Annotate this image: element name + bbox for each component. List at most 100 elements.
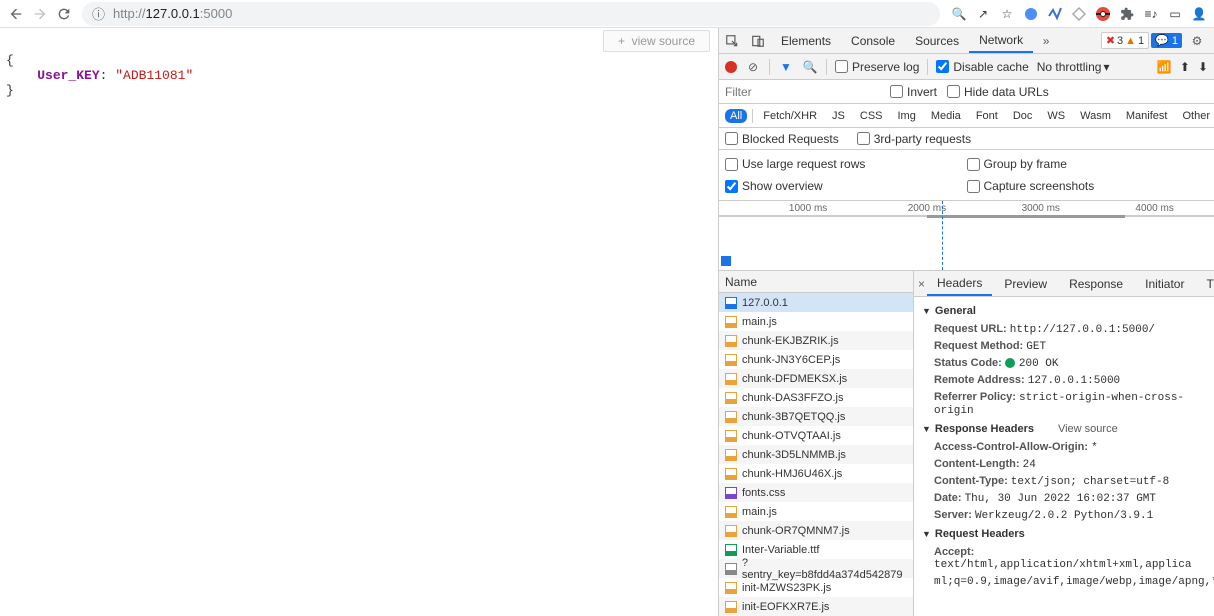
view-source-button[interactable]: + view source (603, 30, 710, 52)
inspect-element-icon[interactable] (719, 34, 745, 48)
type-css[interactable]: CSS (855, 109, 888, 123)
type-wasm[interactable]: Wasm (1075, 109, 1116, 123)
zoom-icon[interactable]: 🔍 (948, 3, 970, 25)
extensions-menu-icon[interactable] (1116, 3, 1138, 25)
type-other[interactable]: Other (1177, 109, 1214, 123)
devices-icon[interactable]: ▭ (1164, 3, 1186, 25)
js-file-icon (725, 601, 737, 613)
extension-icon[interactable] (1020, 3, 1042, 25)
js-file-icon (725, 430, 737, 442)
tab-network[interactable]: Network (969, 28, 1033, 53)
request-row[interactable]: chunk-3D5LNMMB.js (719, 445, 913, 464)
messages-badge[interactable]: 💬1 (1151, 33, 1182, 48)
tab-sources[interactable]: Sources (905, 28, 969, 53)
json-value: "ADB11081" (115, 68, 193, 83)
playlist-icon[interactable]: ≡♪ (1140, 3, 1162, 25)
device-toolbar-icon[interactable] (745, 34, 771, 48)
status-dot-icon (1005, 358, 1015, 368)
font-file-icon (725, 544, 737, 556)
detail-tab-headers[interactable]: Headers (927, 271, 992, 296)
request-row[interactable]: 127.0.0.1 (719, 293, 913, 312)
browser-toolbar: ⓘ http://127.0.0.1:5000 🔍 ↗ ☆ ≡♪ ▭ 👤 (0, 0, 1214, 28)
json-key: User_KEY (37, 68, 99, 83)
section-request-headers[interactable]: ▼Request Headers (914, 524, 1214, 544)
forward-button[interactable] (28, 2, 52, 26)
request-row[interactable]: main.js (719, 502, 913, 521)
profile-icon[interactable]: 👤 (1188, 3, 1210, 25)
group-by-frame-checkbox[interactable]: Group by frame (967, 153, 1209, 175)
type-media[interactable]: Media (926, 109, 966, 123)
import-icon[interactable]: ⬆ (1180, 60, 1190, 74)
request-row[interactable]: chunk-OR7QMNM7.js (719, 521, 913, 540)
request-name: chunk-OTVQTAAI.js (742, 430, 841, 442)
type-all[interactable]: All (725, 109, 747, 123)
section-general[interactable]: ▼General (914, 301, 1214, 321)
type-doc[interactable]: Doc (1008, 109, 1038, 123)
type-fetch[interactable]: Fetch/XHR (758, 109, 822, 123)
request-row[interactable]: chunk-EKJBZRIK.js (719, 331, 913, 350)
more-tabs-icon[interactable]: » (1033, 34, 1059, 48)
request-row[interactable]: main.js (719, 312, 913, 331)
detail-tab-initiator[interactable]: Initiator (1135, 271, 1194, 296)
css-file-icon (725, 487, 737, 499)
use-large-rows-checkbox[interactable]: Use large request rows (725, 153, 967, 175)
share-icon[interactable]: ↗ (972, 3, 994, 25)
issues-badge[interactable]: ✖3 ▲1 (1101, 32, 1149, 49)
type-img[interactable]: Img (893, 109, 921, 123)
network-request-list: Name 127.0.0.1main.jschunk-EKJBZRIK.jsch… (719, 271, 914, 616)
search-icon[interactable]: 🔍 (802, 59, 818, 75)
tab-console[interactable]: Console (841, 28, 905, 53)
extension-icon[interactable] (1092, 3, 1114, 25)
section-response-headers[interactable]: ▼Response HeadersView source (914, 419, 1214, 439)
disable-cache-checkbox[interactable]: Disable cache (936, 60, 1028, 74)
hide-data-urls-checkbox[interactable]: Hide data URLs (947, 85, 1049, 99)
address-bar[interactable]: ⓘ http://127.0.0.1:5000 (82, 2, 940, 26)
filter-toggle-icon[interactable]: ▼ (778, 59, 794, 75)
show-overview-checkbox[interactable]: Show overview (725, 175, 967, 197)
request-name: main.js (742, 506, 777, 518)
request-row[interactable]: chunk-DAS3FFZO.js (719, 388, 913, 407)
export-icon[interactable]: ⬇ (1198, 60, 1208, 74)
request-row[interactable]: chunk-OTVQTAAI.js (719, 426, 913, 445)
request-name: fonts.css (742, 487, 785, 499)
list-header-name[interactable]: Name (719, 271, 913, 293)
record-button[interactable] (725, 61, 737, 73)
type-font[interactable]: Font (971, 109, 1003, 123)
type-ws[interactable]: WS (1042, 109, 1070, 123)
type-manifest[interactable]: Manifest (1121, 109, 1173, 123)
network-conditions-icon[interactable]: 📶 (1157, 60, 1172, 74)
invert-checkbox[interactable]: Invert (890, 85, 937, 99)
request-row[interactable]: chunk-JN3Y6CEP.js (719, 350, 913, 369)
type-js[interactable]: JS (827, 109, 850, 123)
throttling-dropdown[interactable]: No throttling ▾ (1037, 60, 1110, 74)
request-row[interactable]: init-EOFKXR7E.js (719, 597, 913, 616)
detail-tab-timing[interactable]: Timing (1196, 271, 1214, 296)
network-timeline[interactable]: 1000 ms 2000 ms 3000 ms 4000 ms (719, 201, 1214, 271)
network-type-filters: All Fetch/XHR JS CSS Img Media Font Doc … (719, 104, 1214, 128)
third-party-checkbox[interactable]: 3rd-party requests (857, 132, 971, 146)
preserve-log-checkbox[interactable]: Preserve log (835, 60, 919, 74)
request-row[interactable]: chunk-3B7QETQQ.js (719, 407, 913, 426)
request-row[interactable]: ?sentry_key=b8fdd4a374d542879 (719, 559, 913, 578)
back-button[interactable] (4, 2, 28, 26)
filter-input[interactable] (725, 85, 880, 99)
close-detail-icon[interactable]: × (918, 277, 925, 291)
request-row[interactable]: chunk-DFDMEKSX.js (719, 369, 913, 388)
blocked-requests-checkbox[interactable]: Blocked Requests (725, 132, 839, 146)
detail-tab-response[interactable]: Response (1059, 271, 1133, 296)
clear-button[interactable]: ⊘ (745, 59, 761, 75)
bookmark-icon[interactable]: ☆ (996, 3, 1018, 25)
settings-icon[interactable]: ⚙ (1184, 34, 1210, 48)
detail-tab-preview[interactable]: Preview (994, 271, 1057, 296)
tab-elements[interactable]: Elements (771, 28, 841, 53)
extension-icon[interactable] (1068, 3, 1090, 25)
request-row[interactable]: chunk-HMJ6U46X.js (719, 464, 913, 483)
request-row[interactable]: init-MZWS23PK.js (719, 578, 913, 597)
extension-icon[interactable] (1044, 3, 1066, 25)
request-name: chunk-JN3Y6CEP.js (742, 354, 840, 366)
reload-button[interactable] (52, 2, 76, 26)
view-source-link[interactable]: View source (1058, 423, 1118, 435)
request-row[interactable]: fonts.css (719, 483, 913, 502)
capture-screenshots-checkbox[interactable]: Capture screenshots (967, 175, 1209, 197)
site-info-icon[interactable]: ⓘ (92, 4, 105, 23)
